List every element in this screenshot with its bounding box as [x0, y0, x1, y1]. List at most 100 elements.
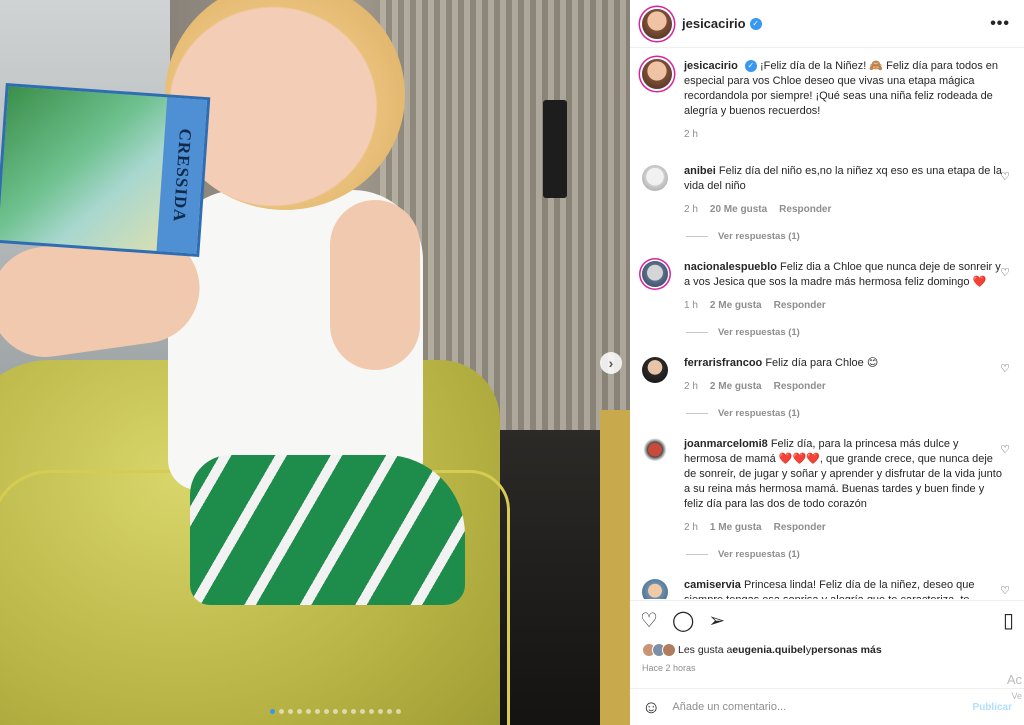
comments-list[interactable]: jesicacirio ✓ ¡Feliz día de la Niñez! 🙈 … [630, 49, 1024, 599]
comment-body: camiservia Princesa linda! Feliz día de … [684, 578, 1002, 599]
comment-input[interactable]: Añade un comentario... [672, 701, 786, 713]
comment-time: 2 h [684, 522, 698, 533]
carousel-dot [342, 709, 347, 714]
comment-likes[interactable]: 2 Me gusta [710, 298, 762, 313]
comment-like-heart-icon[interactable]: ♡ [1000, 266, 1010, 279]
caption-meta: 2 h [684, 127, 1004, 142]
comment-icon[interactable]: ◯ [672, 608, 694, 633]
carousel-dots [270, 709, 401, 714]
comment-time: 2 h [684, 204, 698, 215]
carousel-dot [279, 709, 284, 714]
carousel-dot [306, 709, 311, 714]
liker-avatars [642, 643, 676, 657]
comment-reply-button[interactable]: Responder [774, 520, 826, 535]
comment-meta: 2 h 2 Me gusta Responder [684, 379, 1002, 394]
emoji-icon[interactable]: ☺ [642, 697, 660, 718]
carousel-dot [360, 709, 365, 714]
comment-username[interactable]: anibei [684, 165, 716, 177]
comment-like-heart-icon[interactable]: ♡ [1000, 443, 1010, 456]
likes-summary[interactable]: Les gusta a eugenia.quibel y personas má… [642, 643, 882, 657]
post-photo[interactable]: CRESSIDA › [0, 0, 630, 725]
comment-body: anibei Feliz día del niño es,no la niñez… [684, 164, 1002, 217]
comment-item: joanmarcelomi8 Feliz día, para la prince… [630, 437, 1024, 535]
comment-text: Feliz día para Chloe 😊 [765, 357, 879, 369]
activate-windows-watermark: Ac Ve [1007, 672, 1022, 704]
carousel-dot [288, 709, 293, 714]
bookmark-icon[interactable]: ▯ [1003, 608, 1014, 633]
liker-avatar [662, 643, 676, 657]
comment-likes[interactable]: 20 Me gusta [710, 202, 767, 217]
comment-username[interactable]: camiservia [684, 579, 741, 591]
comment-body: ferrarisfrancoo Feliz día para Chloe 😊 2… [684, 356, 1002, 394]
heart-icon[interactable]: ♡ [640, 608, 658, 633]
girl-arm-right [330, 200, 420, 370]
carousel-dot [333, 709, 338, 714]
comment-body: nacionalespueblo Feliz dia a Chloe que n… [684, 260, 1002, 313]
comment-avatar[interactable] [642, 438, 668, 464]
comment-time: 2 h [684, 381, 698, 392]
carousel-dot [378, 709, 383, 714]
add-comment-bar: ☺ Añade un comentario... Publicar [630, 688, 1024, 725]
comment-meta: 2 h 1 Me gusta Responder [684, 520, 1002, 535]
comment-time: 1 h [684, 300, 698, 311]
comment-like-heart-icon[interactable]: ♡ [1000, 170, 1010, 183]
comment-likes[interactable]: 1 Me gusta [710, 520, 762, 535]
caption-time: 2 h [684, 129, 698, 140]
carousel-dot [324, 709, 329, 714]
comment-text: Feliz día del niño es,no la niñez xq eso… [684, 165, 1002, 192]
comment-reply-button[interactable]: Responder [774, 298, 826, 313]
post-actions-bar: ♡ ◯ ➢ ▯ [630, 600, 1024, 640]
likes-prefix: Les gusta a [678, 644, 733, 656]
comment-reply-button[interactable]: Responder [779, 202, 831, 217]
comment-body: joanmarcelomi8 Feliz día, para la prince… [684, 437, 1002, 535]
watermark-line2: Ve [1011, 691, 1022, 701]
comment-meta: 2 h 20 Me gusta Responder [684, 202, 1002, 217]
carousel-dot [270, 709, 275, 714]
comment-meta: 1 h 2 Me gusta Responder [684, 298, 1002, 313]
verified-badge-icon: ✓ [749, 17, 762, 30]
comment-item: anibei Feliz día del niño es,no la niñez… [630, 164, 1024, 217]
view-replies-button[interactable]: Ver respuestas (1) [686, 327, 1024, 338]
watermark-line1: Ac [1006, 672, 1022, 687]
comment-reply-button[interactable]: Responder [774, 379, 826, 394]
cabinet [600, 410, 630, 725]
comment-avatar[interactable] [642, 261, 668, 287]
carousel-dot [315, 709, 320, 714]
comment-username[interactable]: ferrarisfrancoo [684, 357, 762, 369]
view-replies-button[interactable]: Ver respuestas (1) [686, 231, 1024, 242]
carousel-dot [396, 709, 401, 714]
comment-username[interactable]: joanmarcelomi8 [684, 438, 768, 450]
comment-avatar[interactable] [642, 357, 668, 383]
carousel-dot [369, 709, 374, 714]
post-time: Hace 2 horas [642, 663, 696, 673]
caption-username[interactable]: jesicacirio [684, 60, 738, 72]
likes-user[interactable]: eugenia.quibel [732, 644, 806, 656]
carousel-next-button[interactable]: › [600, 352, 622, 374]
green-striped-pants [190, 455, 465, 605]
view-replies-button[interactable]: Ver respuestas (1) [686, 408, 1024, 419]
author-avatar[interactable] [642, 8, 672, 39]
carousel-dot [387, 709, 392, 714]
share-icon[interactable]: ➢ [708, 608, 725, 633]
comment-avatar[interactable] [642, 165, 668, 191]
caption-body: jesicacirio ✓ ¡Feliz día de la Niñez! 🙈 … [684, 59, 1004, 142]
picture-book: CRESSIDA [0, 83, 211, 257]
comment-item: nacionalespueblo Feliz dia a Chloe que n… [630, 260, 1024, 313]
view-replies-button[interactable]: Ver respuestas (1) [686, 549, 1024, 560]
comment-avatar[interactable] [642, 579, 668, 599]
caption-avatar[interactable] [642, 59, 672, 89]
more-options-icon[interactable]: ••• [990, 15, 1010, 33]
book-title: CRESSIDA [156, 97, 208, 254]
comment-like-heart-icon[interactable]: ♡ [1000, 362, 1010, 375]
author-username[interactable]: jesicacirio [682, 16, 746, 31]
carousel-dot [297, 709, 302, 714]
comment-like-heart-icon[interactable]: ♡ [1000, 584, 1010, 597]
comment-item: ferrarisfrancoo Feliz día para Chloe 😊 2… [630, 356, 1024, 394]
comment-item: camiservia Princesa linda! Feliz día de … [630, 578, 1024, 599]
verified-badge-icon: ✓ [744, 60, 757, 72]
instagram-post-view: CRESSIDA › jesicacirio ✓ ••• jesicacirio… [0, 0, 1024, 725]
comment-username[interactable]: nacionalespueblo [684, 261, 777, 273]
comment-likes[interactable]: 2 Me gusta [710, 379, 762, 394]
door-handle [543, 100, 567, 198]
likes-others[interactable]: personas más [811, 644, 882, 656]
